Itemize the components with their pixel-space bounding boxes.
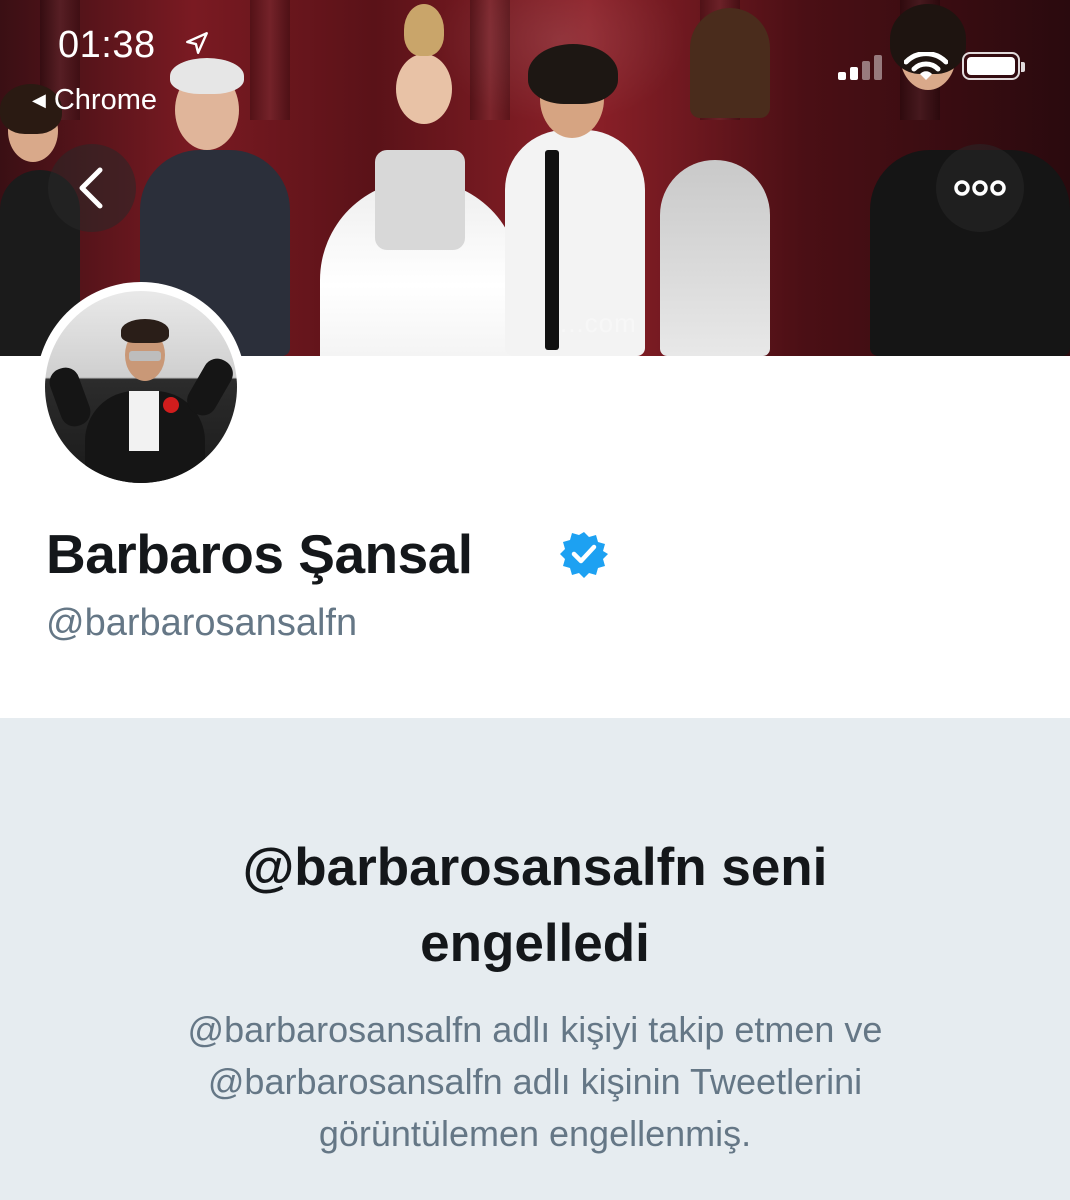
blocked-description: @barbarosansalfn adlı kişiyi takip etmen… <box>0 1004 1070 1160</box>
banner-figure <box>660 160 770 356</box>
back-triangle-icon: ◀ <box>32 90 46 110</box>
banner-figure-hair <box>404 4 444 56</box>
blocked-description-line: @barbarosansalfn adlı kişiyi takip etmen… <box>187 1009 883 1050</box>
cellular-signal-icon <box>838 54 890 80</box>
banner-figure-hair <box>528 44 618 104</box>
blocked-title-line: engelledi <box>420 914 650 973</box>
wifi-icon <box>904 52 948 80</box>
status-time: 01:38 <box>58 24 156 66</box>
profile-display-name: Barbaros Şansal <box>46 523 473 585</box>
return-app-name: Chrome <box>53 84 157 116</box>
banner-decoration <box>250 0 290 120</box>
more-dots-icon <box>954 180 1006 196</box>
profile-handle: @barbarosansalfn <box>46 602 358 644</box>
chevron-left-icon <box>79 167 103 209</box>
banner-figure-hair <box>690 8 770 118</box>
profile-avatar[interactable] <box>36 282 246 492</box>
blocked-description-line: görüntülemen engellenmiş. <box>318 1113 752 1154</box>
back-button[interactable] <box>48 144 136 232</box>
blocked-title-line: @barbarosansalfn seni <box>242 838 828 897</box>
banner-figure-hair <box>170 58 244 94</box>
return-to-app-link[interactable]: ◀ Chrome <box>32 84 157 117</box>
verified-badge-icon <box>560 532 608 578</box>
banner-decoration <box>470 0 510 120</box>
blocked-description-line: @barbarosansalfn adlı kişinin Tweetlerin… <box>207 1061 863 1102</box>
banner-watermark: ...com <box>560 308 637 338</box>
location-arrow-icon <box>186 32 208 54</box>
more-options-button[interactable] <box>936 144 1024 232</box>
battery-icon <box>962 52 1025 80</box>
avatar-image <box>45 291 237 483</box>
blocked-title: @barbarosansalfn seni engelledi <box>0 830 1070 982</box>
banner-figure <box>375 150 465 250</box>
banner-figure-head <box>396 54 452 124</box>
banner-figure-tie <box>545 150 559 350</box>
